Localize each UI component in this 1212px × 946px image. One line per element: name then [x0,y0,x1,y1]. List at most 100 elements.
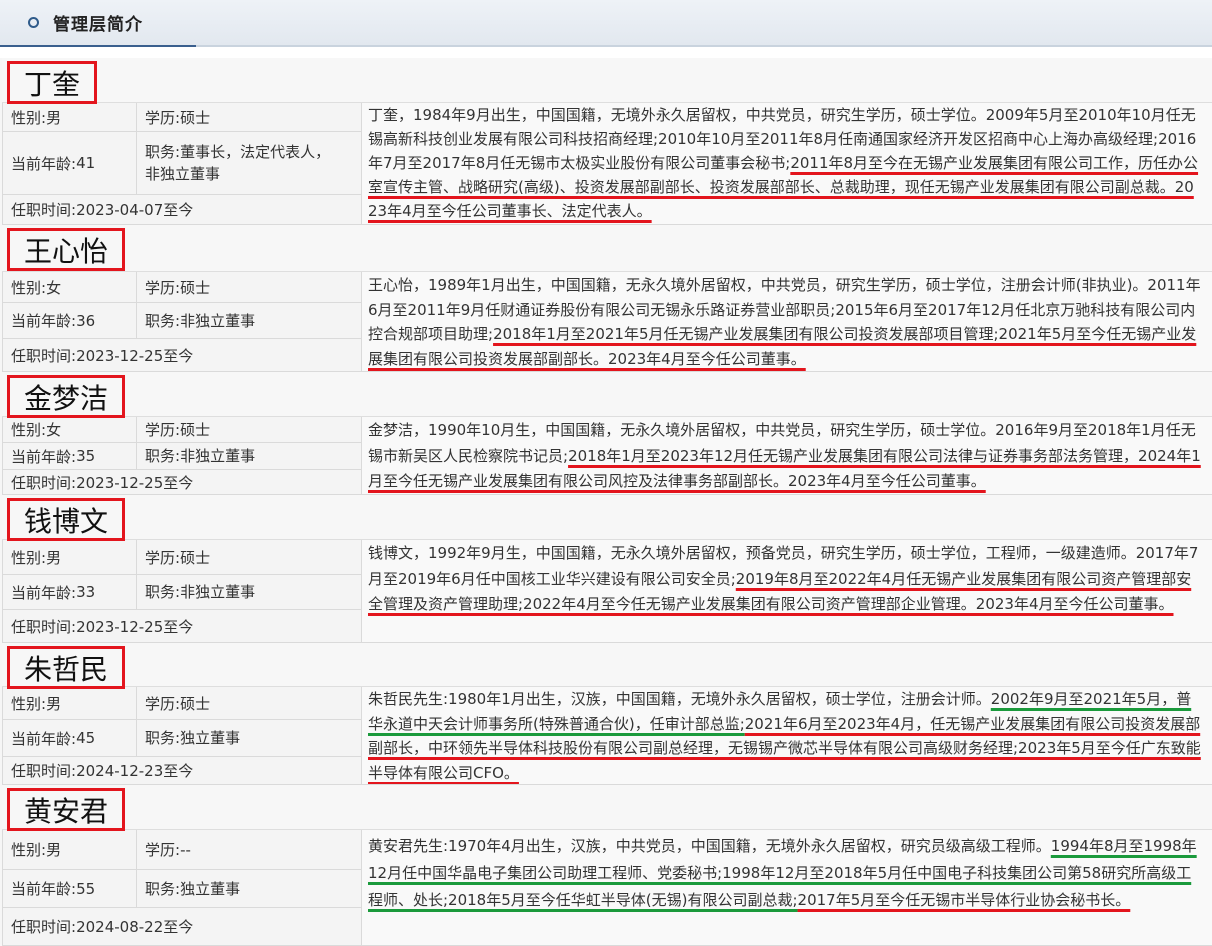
position-value: 非独立董事 [180,583,256,601]
position-value: 独立董事 [180,879,241,898]
gender-label: 性别: [11,108,47,127]
age-cell: 当前年龄: 55 [2,870,137,908]
person-name: 丁奎 [24,67,81,101]
panel-header: 管理层简介 [0,0,1212,45]
person-info-table: 性别: 男 学历: 硕士 丁奎，1984年9月出生，中国国籍，无境外永久居留权，中共… [2,103,1212,225]
gender-value: 女 [46,421,62,439]
gender-value: 男 [46,548,62,567]
position-label: 职务: [145,311,181,330]
education-value: 硕士 [180,548,211,567]
tenure-value: 2023-12-25至今 [76,473,194,492]
education-label: 学历: [145,108,181,127]
age-label: 当前年龄: [11,154,77,173]
person-name: 钱博文 [24,504,109,538]
person-info-table: 性别: 男 学历: 硕士 钱博文，1992年9月生，中国国籍，无永久境外居留权，预备… [2,540,1212,643]
gender-value: 男 [46,694,62,713]
person-name-row: 钱博文 [2,495,1212,541]
tenure-label: 任职时间: [11,918,77,936]
age-label: 当前年龄: [11,447,77,466]
gender-cell: 性别: 男 [2,103,137,132]
person-info-table: 性别: 女 学历: 硕士 王心怡，1989年1月出生，中国国籍，无永久境外居留权，中… [2,272,1212,372]
age-value: 41 [76,154,96,172]
position-text: 职务:非独立董事 [145,310,340,332]
age-cell: 当前年龄: 35 [2,443,137,470]
bio-cell: 黄安君先生:1970年4月出生，汉族，中共党员，中国国籍，无境外永久居留权，研究… [362,830,1212,946]
education-cell: 学历: 硕士 [137,272,362,303]
person-card: 朱哲民 性别: 男 学历: 硕士 朱哲民先生:1980年1月出生，汉族，中国国籍，无… [0,643,1212,785]
person-name-row: 金梦洁 [2,372,1212,418]
name-highlight-box: 黄安君 [7,788,126,831]
person-info-table: 性别: 男 学历: -- 黄安君先生:1970年4月出生，汉族，中共党员，中国国籍，… [2,830,1212,946]
bio-cell: 朱哲民先生:1980年1月出生，汉族，中国国籍，无境外永久居留权，硕士学位，注册… [362,687,1212,785]
age-cell: 当前年龄: 41 [2,132,137,195]
bio-cell: 金梦洁，1990年10月生，中国国籍，无永久境外居留权，中共党员，研究生学历，硕… [362,417,1212,495]
position-cell: 职务:独立董事 [137,870,362,908]
age-cell: 当前年龄: 45 [2,720,137,757]
education-value: 硕士 [180,108,211,127]
bio-cell: 丁奎，1984年9月出生，中国国籍，无境外永久居留权，中共党员，研究生学历，硕士… [362,103,1212,225]
bio-segment: 朱哲民先生:1980年1月出生，汉族，中国国籍，无境外永久居留权，硕士学位，注册… [368,690,991,708]
position-cell: 职务:非独立董事 [137,443,362,470]
age-value: 55 [76,879,96,898]
position-cell: 职务:董事长，法定代表人，非独立董事 [137,132,362,195]
education-label: 学历: [145,841,181,859]
name-highlight-box: 王心怡 [7,228,126,271]
person-card: 王心怡 性别: 女 学历: 硕士 王心怡，1989年1月出生，中国国籍，无永久境外居… [0,225,1212,372]
age-cell: 当前年龄: 36 [2,303,137,339]
person-card: 黄安君 性别: 男 学历: -- 黄安君先生:1970年4月出生，汉族，中共党员，中… [0,785,1212,946]
bio-cell: 钱博文，1992年9月生，中国国籍，无永久境外居留权，预备党员，研究生学历，硕士… [362,540,1212,643]
person-name: 黄安君 [24,794,109,828]
name-highlight-box: 钱博文 [7,498,126,541]
education-label: 学历: [145,548,181,567]
person-name: 金梦洁 [24,381,109,415]
tenure-value: 2023-12-25至今 [76,617,194,636]
tenure-value: 2024-12-23至今 [76,762,194,780]
tenure-value: 2023-12-25至今 [76,346,194,365]
position-label: 职务: [145,729,181,747]
tenure-label: 任职时间: [11,617,77,636]
bio-segment: 黄安君先生:1970年4月出生，汉族，中共党员，中国国籍，无境外永久居留权，研究… [368,837,1051,855]
person-name-row: 朱哲民 [2,643,1212,689]
bio-underlined-segment: 2018年1月至2021年5月任无锡产业发展集团有限公司投资发展部项目管理;20… [368,325,1197,368]
position-text: 职务:独立董事 [145,878,340,900]
tenure-cell: 任职时间: 2023-12-25至今 [2,339,362,372]
age-label: 当前年龄: [11,312,77,330]
education-value: 硕士 [180,694,211,713]
age-label: 当前年龄: [11,729,77,748]
name-highlight-box: 丁奎 [7,61,98,104]
gender-label: 性别: [11,278,47,297]
person-name: 朱哲民 [24,652,109,686]
gender-label: 性别: [11,548,47,567]
gender-value: 男 [46,841,62,859]
spacer [0,47,1212,58]
age-label: 当前年龄: [11,583,77,602]
gender-cell: 性别: 男 [2,830,137,870]
position-cell: 职务:独立董事 [137,720,362,757]
tenure-label: 任职时间: [11,346,77,365]
tenure-label: 任职时间: [11,473,77,492]
education-cell: 学历: -- [137,830,362,870]
position-label: 职务: [145,879,181,898]
age-value: 35 [76,447,96,465]
tenure-cell: 任职时间: 2023-12-25至今 [2,470,362,495]
section-bullet-icon [28,17,39,28]
position-label: 职务: [145,583,181,601]
gender-label: 性别: [11,841,47,859]
name-highlight-box: 金梦洁 [7,375,126,418]
tenure-cell: 任职时间: 2024-08-22至今 [2,908,362,946]
age-cell: 当前年龄: 33 [2,575,137,610]
gender-label: 性别: [11,421,47,439]
education-label: 学历: [145,694,181,713]
position-text: 职务:董事长，法定代表人，非独立董事 [145,141,340,185]
position-text: 职务:非独立董事 [145,445,340,467]
tenure-cell: 任职时间: 2023-04-07至今 [2,195,362,225]
tenure-cell: 任职时间: 2023-12-25至今 [2,610,362,643]
tenure-cell: 任职时间: 2024-12-23至今 [2,757,362,785]
position-text: 职务:非独立董事 [145,581,340,603]
person-name-row: 丁奎 [2,58,1212,104]
gender-cell: 性别: 女 [2,272,137,303]
education-value: -- [180,840,191,859]
gender-cell: 性别: 男 [2,687,137,720]
age-value: 36 [76,311,96,330]
position-value: 非独立董事 [180,311,256,330]
